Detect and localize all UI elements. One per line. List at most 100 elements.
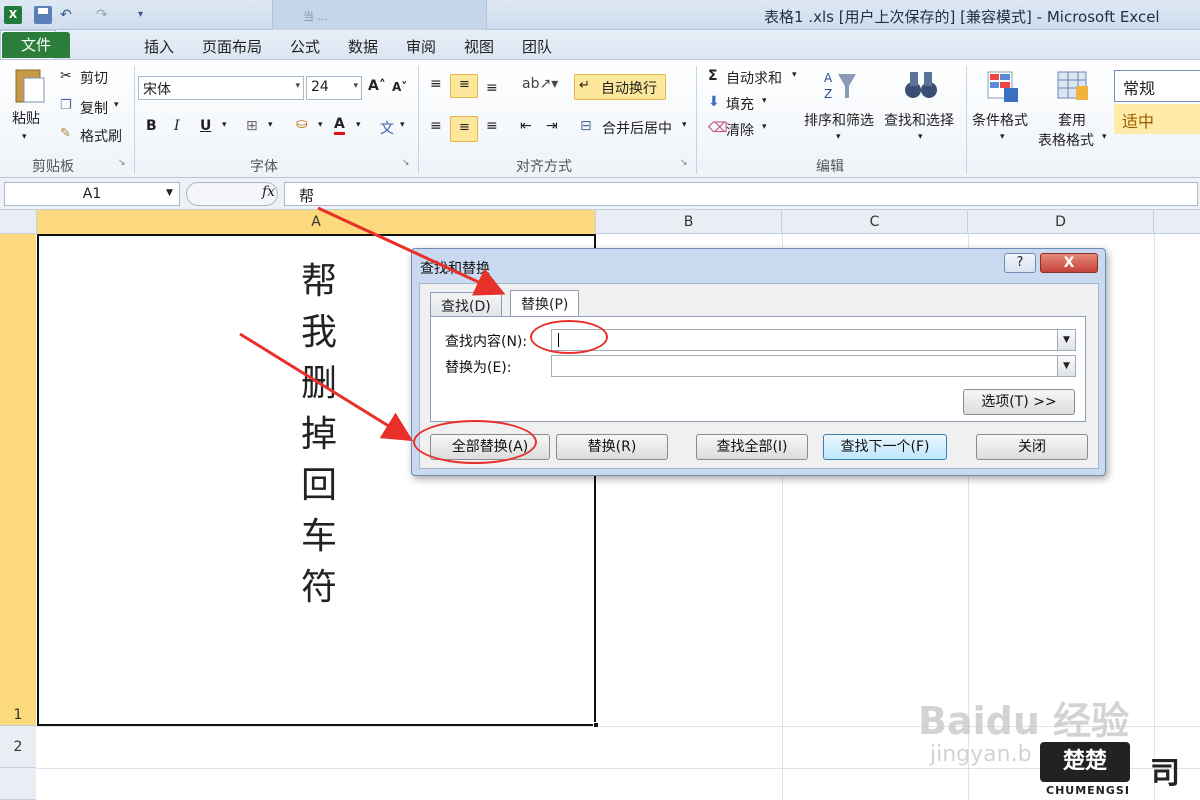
autosum-button[interactable]: 自动求和 [726,68,782,88]
row-header-2[interactable]: 2 [0,726,36,768]
fill-color-dropdown-icon[interactable]: ▾ [318,120,323,130]
orientation-icon[interactable]: ab↗▾ [522,76,558,92]
chevron-down-icon[interactable]: ▼ [1057,330,1075,350]
row-header-1[interactable]: 1 [0,234,36,726]
font-launcher-icon[interactable]: ↘ [402,158,410,168]
replace-button[interactable]: 替换(R) [556,434,668,460]
customize-toolbar-icon[interactable]: ▾ [138,6,156,24]
decrease-indent-icon[interactable]: ⇤ [520,118,532,134]
table-format-icon[interactable] [1056,70,1090,104]
wrap-text-button[interactable]: ↵ 自动换行 [574,74,666,100]
chevron-down-icon[interactable]: ▼ [1057,356,1075,376]
merge-center-icon[interactable]: ⊟ [580,118,592,134]
column-header-a[interactable]: A [37,210,596,234]
sort-dropdown-icon[interactable]: ▾ [836,132,841,142]
sort-filter-icon[interactable]: A Z [822,68,858,104]
increase-indent-icon[interactable]: ⇥ [546,118,558,134]
align-middle-button[interactable]: ≡ [450,74,478,98]
clear-icon[interactable]: ⌫ [708,120,728,136]
fill-button[interactable]: 填充 [726,94,754,114]
tab-team[interactable]: 团队 [522,36,552,57]
help-button[interactable]: ? [1004,253,1036,273]
merge-dropdown-icon[interactable]: ▾ [682,120,687,130]
format-painter-button[interactable]: 格式刷 [80,126,122,146]
tab-find[interactable]: 查找(D) [430,292,502,316]
table-format-dropdown-icon[interactable]: ▾ [1102,132,1107,142]
options-button[interactable]: 选项(T) >> [963,389,1075,415]
background-window-tab[interactable]: 当 ... [272,0,487,30]
tab-file[interactable]: 文件 [2,32,70,58]
clear-button[interactable]: 清除 [726,120,754,140]
tab-insert[interactable]: 插入 [144,36,174,57]
grow-font-icon[interactable]: A˄ [368,78,386,94]
chevron-down-icon[interactable]: ▼ [166,188,173,198]
column-header-d[interactable]: D [968,210,1154,234]
select-all-corner[interactable] [0,210,37,234]
copy-button[interactable]: 复制 [80,98,108,118]
phonetic-icon[interactable]: 文 [380,118,394,138]
italic-button[interactable]: I [174,118,180,134]
sort-filter-button[interactable]: 排序和筛选 [804,110,874,130]
tab-replace[interactable]: 替换(P) [510,290,580,316]
find-select-dropdown-icon[interactable]: ▾ [918,132,923,142]
border-icon[interactable]: ⊞ [246,118,258,134]
find-input[interactable]: ▼ [551,329,1076,351]
row-header-3[interactable] [0,768,36,800]
save-icon[interactable] [34,6,52,24]
tab-view[interactable]: 视图 [464,36,494,57]
cut-icon[interactable]: ✂ [60,68,72,84]
undo-icon[interactable]: ↶ ▾ [60,6,78,41]
underline-button[interactable]: U [200,118,211,134]
binoculars-icon[interactable] [904,68,938,104]
replace-input[interactable]: ▼ [551,355,1076,377]
font-color-icon[interactable]: A [334,116,345,135]
table-format-label-2[interactable]: 表格格式 [1038,130,1094,150]
conditional-format-icon[interactable] [986,70,1020,104]
clear-dropdown-icon[interactable]: ▾ [762,122,767,132]
cut-button[interactable]: 剪切 [80,68,108,88]
align-center-button[interactable]: ≡ [450,116,478,142]
paste-button[interactable]: 粘贴 [12,108,40,128]
align-bottom-icon[interactable]: ≡ [486,80,498,96]
underline-dropdown-icon[interactable]: ▾ [222,120,227,130]
fill-icon[interactable]: ⬇ [708,94,720,110]
bold-button[interactable]: B [146,118,157,134]
shrink-font-icon[interactable]: A˅ [392,80,407,94]
copy-dropdown-icon[interactable]: ▾ [114,100,119,110]
fill-handle[interactable] [593,722,599,728]
alignment-launcher-icon[interactable]: ↘ [680,158,688,168]
find-next-button[interactable]: 查找下一个(F) [823,434,947,460]
tab-data[interactable]: 数据 [348,36,378,57]
phonetic-dropdown-icon[interactable]: ▾ [400,120,405,130]
redo-icon[interactable]: ↷ ▾ [96,6,114,41]
clipboard-launcher-icon[interactable]: ↘ [118,158,126,168]
fill-color-icon[interactable]: ⛀ [296,116,308,132]
find-all-button[interactable]: 查找全部(I) [696,434,808,460]
align-top-icon[interactable]: ≡ [430,76,442,92]
name-box[interactable]: A1 [4,182,180,206]
tab-page-layout[interactable]: 页面布局 [202,36,262,57]
style-normal[interactable]: 常规 [1114,70,1200,102]
copy-icon[interactable]: ❐ [60,98,72,113]
tab-formulas[interactable]: 公式 [290,36,320,57]
align-left-icon[interactable]: ≡ [430,118,442,134]
tab-review[interactable]: 审阅 [406,36,436,57]
fill-dropdown-icon[interactable]: ▾ [762,96,767,106]
font-color-dropdown-icon[interactable]: ▾ [356,120,361,130]
autosum-icon[interactable]: Σ [708,68,718,84]
align-right-icon[interactable]: ≡ [486,118,498,134]
merge-center-button[interactable]: 合并后居中 [602,118,672,138]
conditional-dropdown-icon[interactable]: ▾ [1000,132,1005,142]
format-painter-icon[interactable]: ✎ [60,126,71,141]
conditional-format-button[interactable]: 条件格式 [972,110,1028,130]
paste-icon[interactable] [12,66,46,106]
column-header-b[interactable]: B [596,210,782,234]
formula-input[interactable]: 帮 [284,182,1198,206]
dialog-close-button[interactable]: 关闭 [976,434,1088,460]
table-format-label-1[interactable]: 套用 [1058,110,1086,130]
autosum-dropdown-icon[interactable]: ▾ [792,70,797,80]
font-size-combo[interactable]: 24 ▾ [306,76,362,100]
insert-function-icon[interactable]: fx [262,184,275,200]
close-icon[interactable]: X [1040,253,1098,273]
style-neutral[interactable]: 适中 [1114,104,1200,134]
